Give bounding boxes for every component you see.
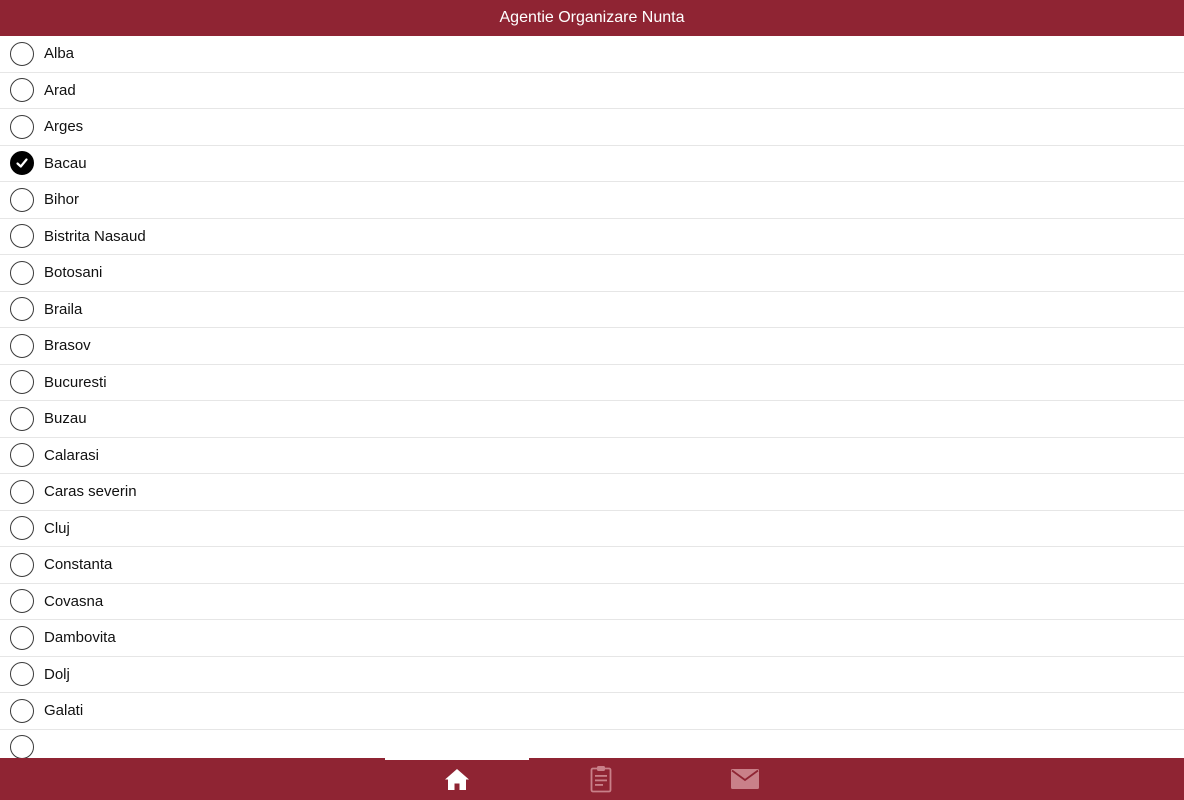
radio-button[interactable] (10, 41, 34, 66)
list-item-label: Calarasi (44, 446, 100, 464)
list-item-label: Constanta (44, 556, 113, 574)
app-root: Agentie Organizare Nunta Alba Arad Arges… (0, 0, 1184, 800)
list-item[interactable] (0, 730, 1184, 758)
radio-button-checked[interactable] (10, 151, 34, 176)
radio-button[interactable] (10, 114, 34, 139)
list-item[interactable]: Calarasi (0, 438, 1184, 474)
list-item-label: Dambovita (44, 629, 116, 647)
radio-button[interactable] (10, 406, 34, 431)
list-item[interactable]: Galati (0, 693, 1184, 730)
list-item[interactable]: Bihor (0, 182, 1184, 219)
radio-button[interactable] (10, 224, 34, 249)
home-icon (445, 769, 469, 790)
list-item-label: Brasov (44, 337, 91, 355)
list-item[interactable]: Arges (0, 109, 1184, 146)
list-item-label: Alba (44, 45, 75, 63)
radio-button[interactable] (10, 297, 34, 322)
list-item-label: Arges (44, 118, 84, 136)
list-item[interactable]: Covasna (0, 584, 1184, 620)
list-item[interactable]: Constanta (0, 547, 1184, 584)
list-item[interactable]: Dambovita (0, 620, 1184, 657)
clipboard-icon (590, 766, 612, 793)
list-item[interactable]: Botosani (0, 255, 1184, 292)
radio-button[interactable] (10, 443, 34, 468)
list-item-label: Braila (44, 300, 83, 318)
list-item-label: Covasna (44, 592, 104, 610)
list-item-label: Bihor (44, 191, 80, 209)
tab-requests[interactable] (529, 758, 673, 800)
radio-button[interactable] (10, 333, 34, 358)
radio-button[interactable] (10, 187, 34, 212)
list-item-label: Botosani (44, 264, 103, 282)
list-item[interactable]: Bucuresti (0, 365, 1184, 401)
list-item[interactable]: Caras severin (0, 474, 1184, 511)
page-title: Agentie Organizare Nunta (499, 9, 685, 26)
radio-button[interactable] (10, 662, 34, 687)
list-item-label: Arad (44, 81, 76, 99)
list-item-label: Caras severin (44, 483, 137, 501)
list-item-label: Bucuresti (44, 373, 107, 391)
list-item[interactable]: Bistrita Nasaud (0, 219, 1184, 255)
list-item-label: Dolj (44, 665, 70, 683)
bottom-nav (0, 758, 1184, 800)
county-list[interactable]: Alba Arad Arges Bacau Bihor Bistrita Nas… (0, 36, 1184, 758)
list-item-label: Buzau (44, 410, 87, 428)
radio-button[interactable] (10, 735, 34, 758)
radio-button[interactable] (10, 625, 34, 650)
radio-button[interactable] (10, 260, 34, 285)
radio-button[interactable] (10, 552, 34, 577)
tab-home[interactable] (385, 758, 529, 800)
list-item[interactable]: Dolj (0, 657, 1184, 693)
mail-icon (731, 769, 759, 789)
radio-button[interactable] (10, 698, 34, 723)
radio-button[interactable] (10, 516, 34, 541)
radio-button[interactable] (10, 78, 34, 103)
list-item[interactable]: Cluj (0, 511, 1184, 547)
list-item[interactable]: Bacau (0, 146, 1184, 182)
list-item[interactable]: Arad (0, 73, 1184, 109)
radio-button[interactable] (10, 589, 34, 614)
list-item[interactable]: Brasov (0, 328, 1184, 365)
list-item-label: Cluj (44, 519, 70, 537)
list-item-label: Bacau (44, 154, 87, 172)
radio-button[interactable] (10, 370, 34, 395)
list-item-label: Bistrita Nasaud (44, 227, 146, 245)
list-item[interactable]: Braila (0, 292, 1184, 328)
checkmark-icon (16, 158, 28, 168)
radio-button[interactable] (10, 479, 34, 504)
app-header: Agentie Organizare Nunta (0, 0, 1184, 36)
list-item[interactable]: Buzau (0, 401, 1184, 438)
list-item-label: Galati (44, 702, 84, 720)
tab-contact[interactable] (673, 758, 817, 800)
list-item[interactable]: Alba (0, 36, 1184, 73)
